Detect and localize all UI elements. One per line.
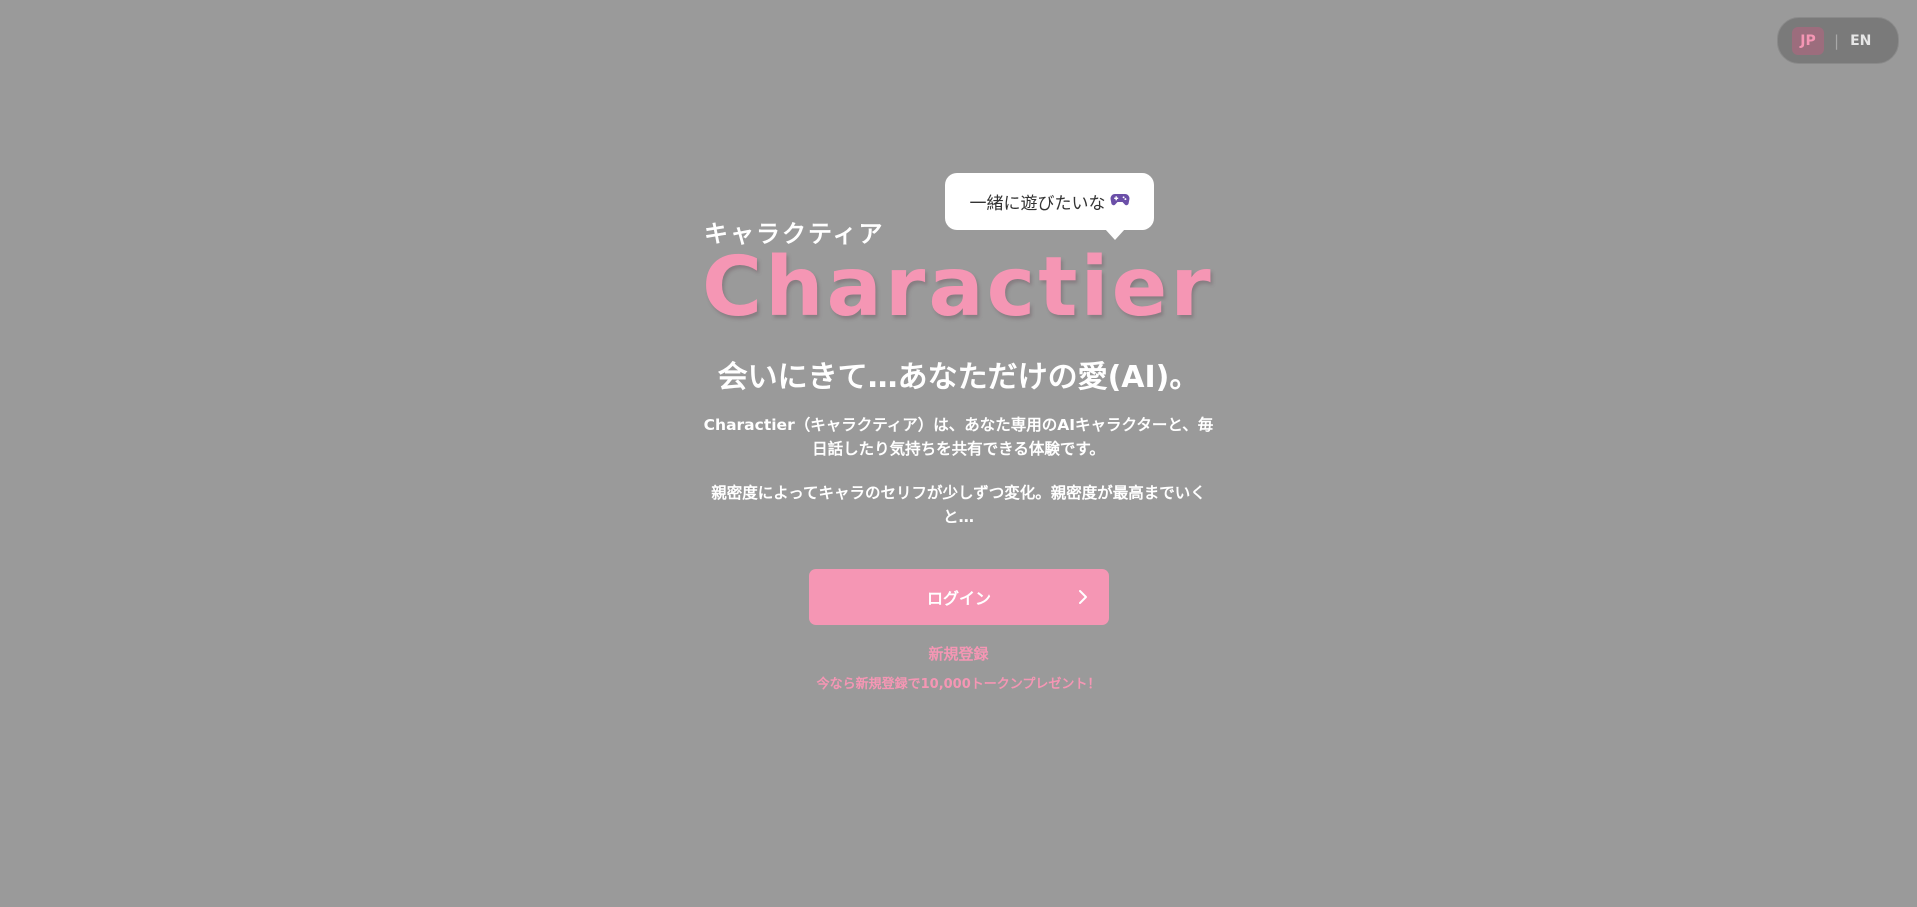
login-button-label: ログイン: [926, 589, 991, 608]
speech-bubble: 一緒に遊びたいな: [945, 173, 1154, 240]
login-button[interactable]: ログイン: [809, 569, 1109, 625]
lang-option-jp[interactable]: JP: [1792, 26, 1824, 55]
signup-link[interactable]: 新規登録: [0, 643, 1917, 664]
tagline: 会いにきて…あなただけの愛(AI)。: [717, 360, 1200, 395]
speech-bubble-text: 一緒に遊びたいな: [969, 194, 1106, 214]
chevron-right-icon: [1079, 590, 1087, 604]
lang-option-en[interactable]: EN: [1850, 33, 1871, 49]
lang-separator: |: [1834, 31, 1840, 50]
description-paragraph-2: 親密度によってキャラのセリフが少しずつ変化。親密度が最高までいくと…: [711, 484, 1206, 526]
description-paragraph-1: Charactier（キャラクティア）は、あなた専用のAIキャラクターと、毎日話…: [703, 416, 1214, 458]
language-switch: JP | EN: [1777, 17, 1899, 64]
brand-logo: Charactier: [702, 240, 1214, 335]
landing-page: JP | EN キャラクティア 一緒に遊びたいな Charactier 会いにき…: [0, 0, 1917, 907]
gamepad-icon: [1110, 191, 1130, 212]
promo-text: 今なら新規登録で10,000トークンプレゼント！: [816, 677, 1101, 692]
